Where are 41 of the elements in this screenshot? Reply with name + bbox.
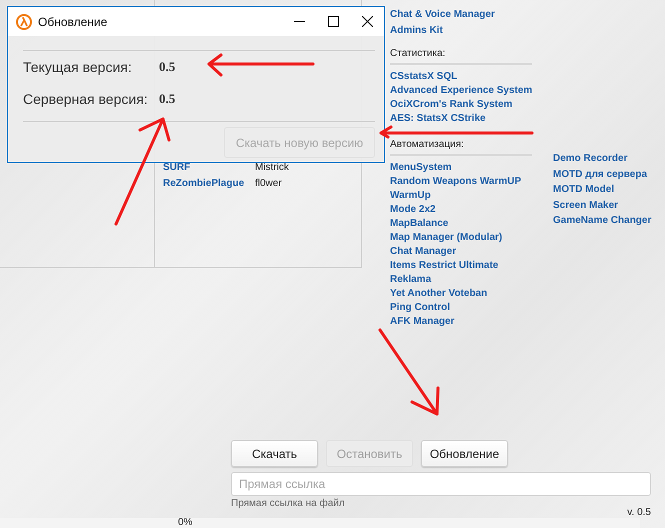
progress-reading: 0%: [178, 518, 192, 528]
plugin-link[interactable]: Admins Kit: [390, 23, 443, 39]
action-button[interactable]: Обновление: [421, 440, 508, 467]
plugin-link[interactable]: Mode 2x2: [390, 203, 436, 217]
plugin-link[interactable]: Map Manager (Modular): [390, 231, 502, 245]
plugin-link[interactable]: AFK Manager: [390, 315, 454, 329]
plugin-link[interactable]: MapBalance: [390, 217, 448, 231]
plugin-link[interactable]: CSstatsX SQL: [390, 70, 458, 84]
plugin-link[interactable]: MOTD для сервера: [553, 166, 648, 182]
action-button[interactable]: Скачать: [231, 440, 318, 467]
field-label: Серверная версия:: [23, 91, 149, 107]
plugin-link[interactable]: Advanced Experience System: [390, 84, 532, 98]
plugin-link[interactable]: AES: StatsX CStrike: [390, 112, 486, 126]
plugin-link[interactable]: Ping Control: [390, 301, 450, 315]
plugin-link[interactable]: Reklama: [390, 273, 432, 287]
section-heading: Автоматизация:: [390, 139, 532, 156]
plugin-link[interactable]: Chat Manager: [390, 245, 456, 259]
field-hint: Прямая ссылка на файл: [231, 498, 345, 509]
plugin-link[interactable]: Chat & Voice Manager: [390, 7, 495, 23]
plugin-link[interactable]: OciXCrom's Rank System: [390, 98, 512, 112]
plugin-link[interactable]: Demo Recorder: [553, 151, 628, 166]
plugin-link[interactable]: WarmUp: [390, 189, 431, 203]
plugin-name[interactable]: ReZombiePlague: [163, 178, 255, 188]
field-label: Текущая версия:: [23, 59, 133, 75]
plugin-author: Mistrick: [255, 162, 289, 172]
plugin-author: fl0wer: [255, 178, 282, 188]
plugin-link[interactable]: GameName Changer: [553, 213, 652, 228]
version-label: v. 0.5: [627, 507, 651, 518]
version-value: 0.5: [159, 91, 176, 107]
plugin-link[interactable]: MenuSystem: [390, 161, 452, 175]
plugin-link[interactable]: Yet Another Voteban: [390, 287, 488, 301]
plugin-link[interactable]: Screen Maker: [553, 198, 618, 213]
plugin-link[interactable]: Random Weapons WarmUP: [390, 175, 522, 189]
section-heading: Статистика:: [390, 48, 532, 65]
plugin-link[interactable]: Items Restrict Ultimate: [390, 259, 498, 273]
version-value: 0.5: [159, 59, 176, 75]
window-title: Обновление: [38, 14, 108, 28]
link-input-field[interactable]: Прямая ссылка: [231, 472, 651, 496]
lambda-logo-icon: [16, 14, 32, 30]
plugin-link[interactable]: MOTD Model: [553, 182, 614, 198]
plugin-name[interactable]: SURF: [163, 162, 255, 172]
